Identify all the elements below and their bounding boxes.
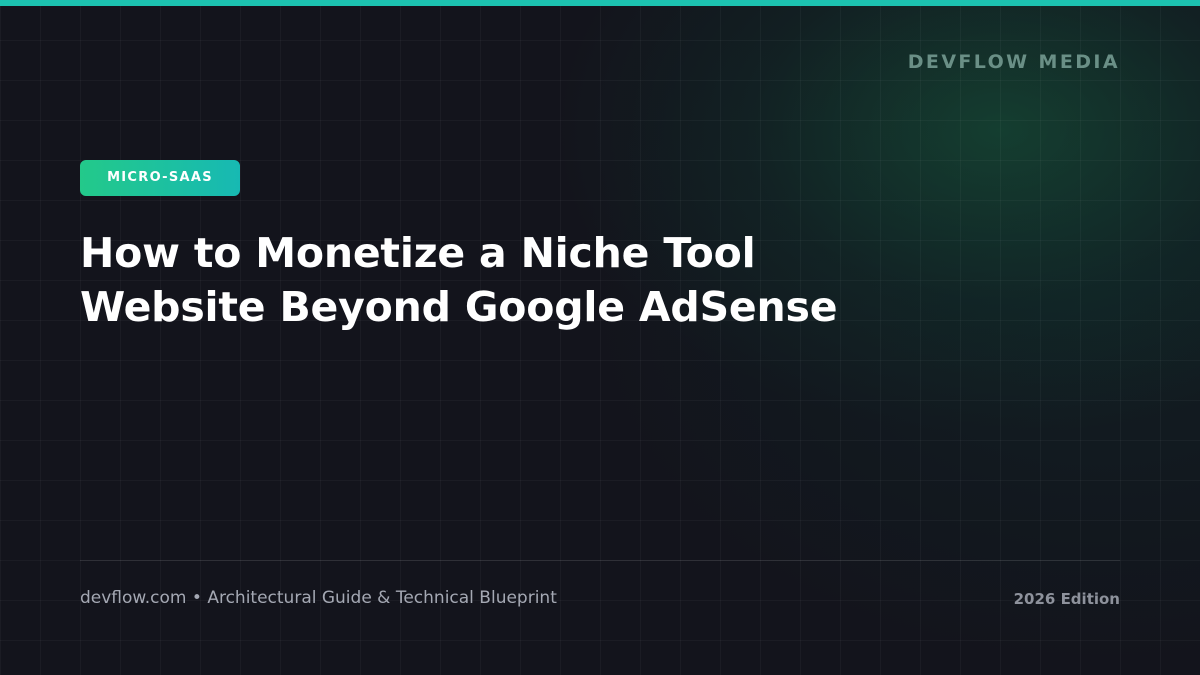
title-line-1: How to Monetize a Niche Tool	[80, 229, 756, 277]
title-line-2: Website Beyond Google AdSense	[80, 283, 838, 331]
footer-separator: •	[191, 588, 202, 608]
footer-divider	[80, 560, 1120, 561]
footer-subtitle: Architectural Guide & Technical Blueprin…	[207, 588, 557, 608]
accent-top-bar	[0, 0, 1200, 6]
background-grid	[0, 0, 1200, 675]
cover-card: DEVFLOW MEDIA MICRO-SAAS How to Monetize…	[0, 0, 1200, 675]
footer-byline: devflow.com • Architectural Guide & Tech…	[80, 588, 557, 608]
category-tag: MICRO-SAAS	[80, 160, 240, 196]
edition-label: 2026 Edition	[1013, 590, 1120, 608]
footer-site: devflow.com	[80, 588, 187, 608]
page-title: How to Monetize a Niche Tool Website Bey…	[80, 226, 940, 334]
brand-name: DEVFLOW MEDIA	[907, 51, 1120, 73]
